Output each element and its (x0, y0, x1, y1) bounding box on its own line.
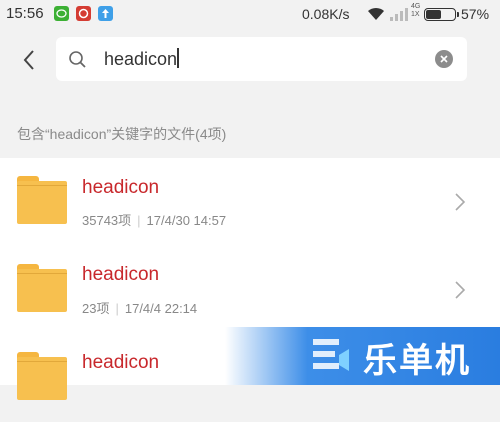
netease-music-notification-icon (76, 6, 91, 21)
item-count: 35743项 (82, 213, 132, 228)
item-date: 17/4/30 14:57 (146, 213, 227, 228)
folder-icon (17, 264, 67, 312)
battery-fill (426, 10, 441, 19)
list-item[interactable]: headicon 23项 | 17/4/4 22:14 (0, 246, 500, 334)
watermark-text: 乐单机 (363, 342, 471, 380)
results-header: 包含“headicon”关键字的文件(4项) (17, 126, 227, 142)
upload-notification-icon (98, 6, 113, 21)
wifi-icon (368, 7, 384, 20)
status-time: 15:56 (6, 5, 44, 22)
chevron-right-icon (455, 193, 466, 211)
folder-name: headicon (82, 264, 160, 285)
list-item[interactable]: headicon 35743项 | 17/4/30 14:57 (0, 158, 500, 246)
back-arrow-icon[interactable] (18, 45, 42, 75)
network-type: 4G 1X (411, 3, 421, 18)
watermark: 乐单机 (225, 327, 500, 385)
battery-percent: 57% (461, 6, 490, 22)
text-caret (177, 48, 179, 68)
search-query[interactable]: headicon (104, 48, 179, 70)
item-count: 23项 (82, 301, 110, 316)
search-icon (69, 51, 86, 68)
folder-name: headicon (82, 177, 160, 198)
search-input[interactable]: headicon (56, 37, 467, 81)
chevron-right-icon (455, 281, 466, 299)
meta-separator: | (115, 301, 119, 316)
battery-icon (424, 8, 459, 21)
folder-icon (17, 176, 67, 224)
status-bar: 15:56 0.08K/s 4G 1X 57% (0, 0, 500, 28)
folder-meta: 23项 | 17/4/4 22:14 (82, 298, 197, 317)
folder-name: headicon (82, 352, 160, 373)
folder-icon (17, 352, 67, 400)
wechat-notification-icon (54, 6, 69, 21)
network-speed: 0.08K/s (302, 6, 350, 22)
signal-icon (390, 8, 408, 21)
item-date: 17/4/4 22:14 (124, 301, 198, 316)
watermark-logo-icon (313, 339, 349, 371)
meta-separator: | (137, 213, 141, 228)
folder-meta: 35743项 | 17/4/30 14:57 (82, 210, 226, 229)
clear-icon[interactable] (435, 50, 453, 68)
search-query-text: headicon (104, 49, 178, 69)
